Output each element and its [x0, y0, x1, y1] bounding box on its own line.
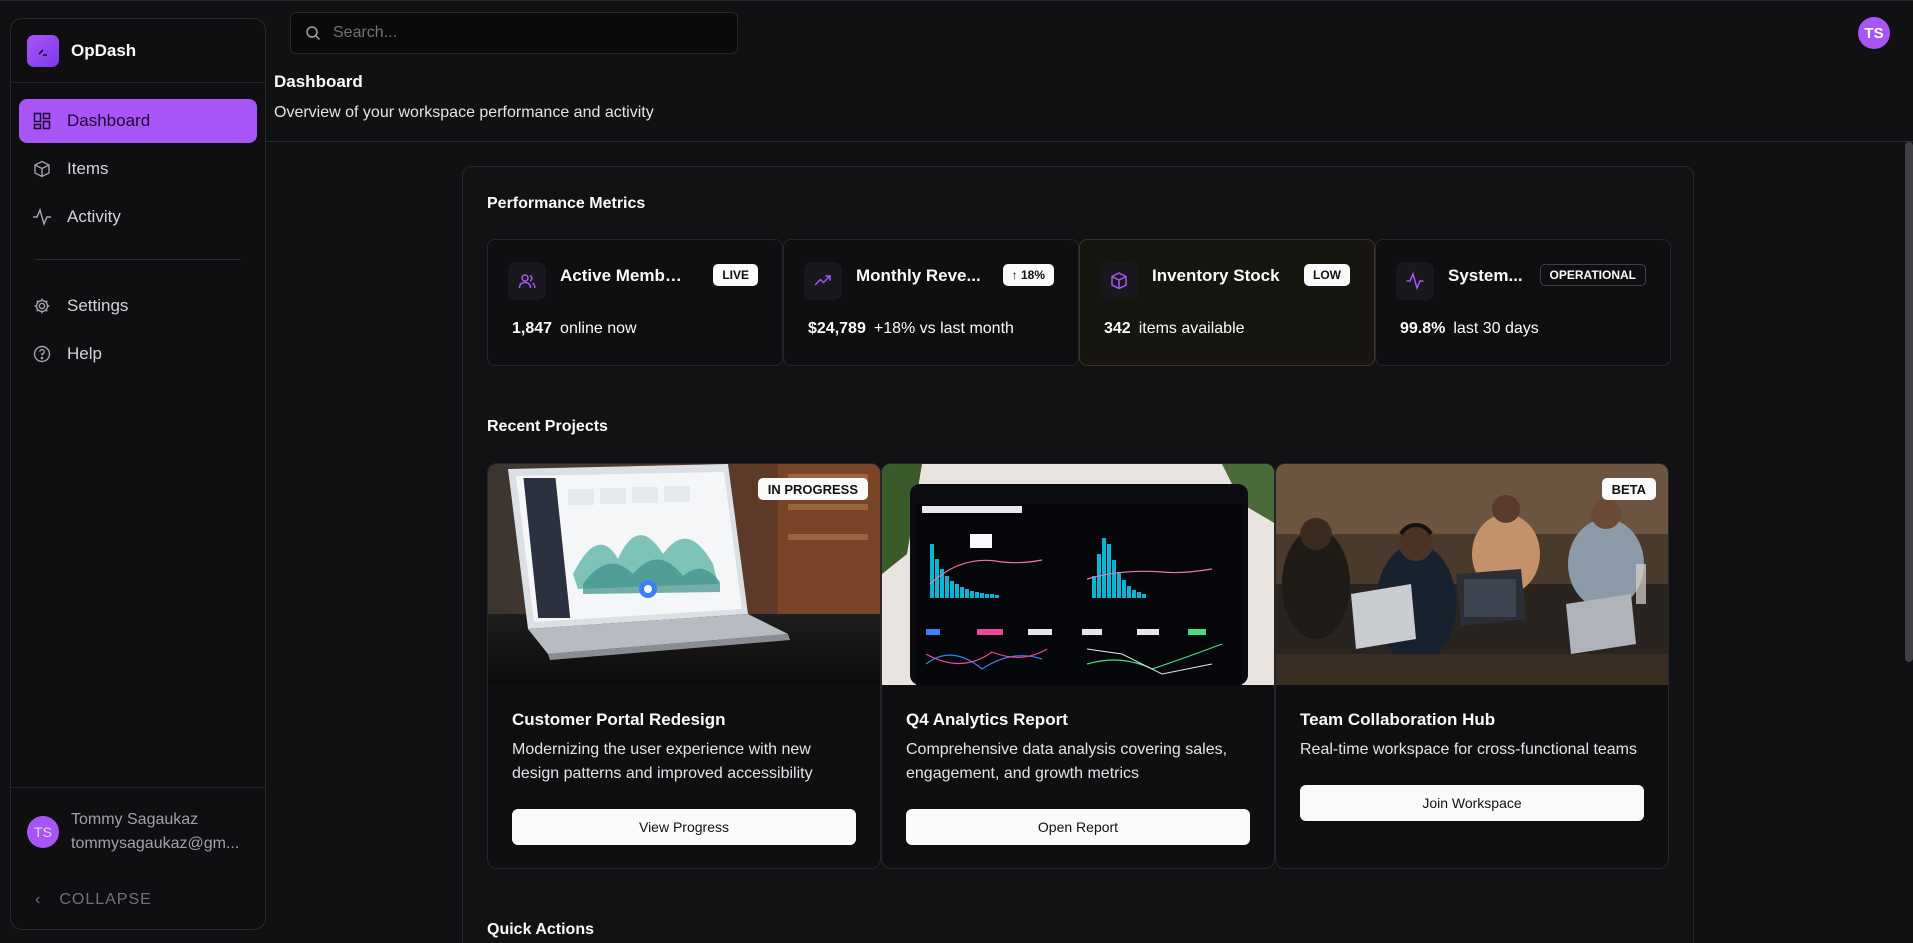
sidebar-item-label: Help — [67, 344, 102, 363]
open-report-button[interactable]: Open Report — [906, 809, 1250, 845]
metric-title: System... — [1448, 266, 1523, 285]
collapse-button[interactable]: ‹ COLLAPSE — [35, 891, 152, 909]
brand[interactable]: OpDash — [11, 19, 265, 83]
project-description: Real-time workspace for cross-functional… — [1300, 741, 1638, 758]
collapse-label: COLLAPSE — [59, 891, 152, 908]
quick-actions-title: Quick Actions — [487, 921, 594, 938]
status-badge: OPERATIONAL — [1539, 264, 1646, 286]
search-icon — [306, 26, 321, 41]
status-badge: LOW — [1304, 264, 1350, 286]
users-icon — [508, 262, 546, 300]
sidebar-item-items[interactable]: Items — [19, 147, 257, 191]
metric-card-system-status[interactable]: System... OPERATIONAL 99.8% last 30 days — [1375, 239, 1671, 366]
project-title: Team Collaboration Hub — [1300, 710, 1496, 729]
metric-value: $24,789 — [808, 320, 866, 337]
join-workspace-button[interactable]: Join Workspace — [1300, 785, 1644, 821]
page-subtitle: Overview of your workspace performance a… — [274, 104, 654, 121]
status-badge: BETA — [1601, 478, 1656, 500]
metric-value: 1,847 — [512, 320, 553, 337]
chevron-left-icon: ‹ — [35, 891, 42, 908]
avatar: TS — [27, 816, 59, 848]
status-badge: IN PROGRESS — [757, 478, 868, 500]
sidebar-item-label: Dashboard — [67, 111, 151, 130]
user-email: tommysagaukaz@gm... — [71, 835, 240, 852]
main-panel: Performance Metrics Active Members LIVE … — [462, 166, 1694, 943]
box-icon — [31, 158, 53, 180]
metric-caption: items available — [1138, 320, 1245, 337]
metric-title: Active Members — [560, 266, 688, 285]
activity-icon — [31, 206, 53, 228]
activity-icon — [1396, 262, 1434, 300]
view-progress-button[interactable]: View Progress — [512, 809, 856, 845]
status-badge: LIVE — [713, 264, 758, 286]
dashboard-icon — [31, 110, 53, 132]
scrollbar[interactable] — [1905, 142, 1913, 662]
sidebar: OpDash Dashboard Items Activity Settings… — [10, 18, 266, 930]
metric-caption: last 30 days — [1453, 320, 1539, 337]
user-name: Tommy Sagaukaz — [71, 811, 199, 828]
project-description: Comprehensive data analysis covering sal… — [906, 741, 1228, 782]
box-icon — [1100, 262, 1138, 300]
sidebar-item-label: Settings — [67, 296, 129, 315]
metric-value: 99.8% — [1400, 320, 1446, 337]
metric-card-inventory-stock[interactable]: Inventory Stock LOW 342 items available — [1079, 239, 1375, 366]
projects-title: Recent Projects — [487, 418, 608, 435]
sidebar-item-settings[interactable]: Settings — [19, 284, 257, 328]
sidebar-nav: Dashboard Items Activity Settings Help — [11, 83, 265, 396]
project-card-team-collab[interactable]: BETA Team Collaboration Hub Real-time wo… — [1275, 463, 1669, 869]
page-header: Dashboard Overview of your workspace per… — [274, 72, 654, 122]
project-card-q4-analytics[interactable]: Q4 Analytics Report Comprehensive data a… — [881, 463, 1275, 869]
sidebar-divider — [35, 259, 241, 260]
sidebar-item-activity[interactable]: Activity — [19, 195, 257, 239]
metric-title: Inventory Stock — [1152, 266, 1280, 285]
search-bar[interactable] — [290, 12, 738, 54]
metrics-title: Performance Metrics — [487, 195, 646, 212]
header-divider — [266, 141, 1913, 142]
metric-caption: online now — [560, 320, 637, 337]
sidebar-item-label: Activity — [67, 207, 121, 226]
project-card-customer-portal[interactable]: IN PROGRESS Customer Portal Redesign Mod… — [487, 463, 881, 869]
metric-title: Monthly Reve... — [856, 266, 981, 285]
top-border — [0, 0, 1913, 1]
gear-icon — [31, 295, 53, 317]
project-title: Customer Portal Redesign — [512, 710, 726, 729]
metric-caption: +18% vs last month — [873, 320, 1014, 337]
brand-logo-icon — [27, 34, 59, 67]
user-profile[interactable]: TS Tommy Sagaukaz tommysagaukaz@gm... — [11, 787, 265, 876]
metric-card-monthly-revenue[interactable]: Monthly Reve... ↑ 18% $24,789 +18% vs las… — [783, 239, 1079, 366]
metric-card-active-members[interactable]: Active Members LIVE 1,847 online now — [487, 239, 783, 366]
sidebar-item-dashboard[interactable]: Dashboard — [19, 99, 257, 143]
project-title: Q4 Analytics Report — [906, 710, 1068, 729]
trending-up-icon — [804, 262, 842, 300]
help-icon — [31, 343, 53, 365]
page-title: Dashboard — [274, 72, 363, 91]
metric-value: 342 — [1104, 320, 1131, 337]
status-badge: ↑ 18% — [1002, 264, 1054, 286]
header-avatar[interactable]: TS — [1858, 17, 1890, 49]
sidebar-item-label: Items — [67, 159, 109, 178]
sidebar-item-help[interactable]: Help — [19, 332, 257, 376]
project-description: Modernizing the user experience with new… — [512, 741, 813, 782]
project-image-analytics — [882, 464, 1274, 685]
search-input[interactable] — [333, 24, 713, 42]
brand-name: OpDash — [71, 40, 137, 60]
